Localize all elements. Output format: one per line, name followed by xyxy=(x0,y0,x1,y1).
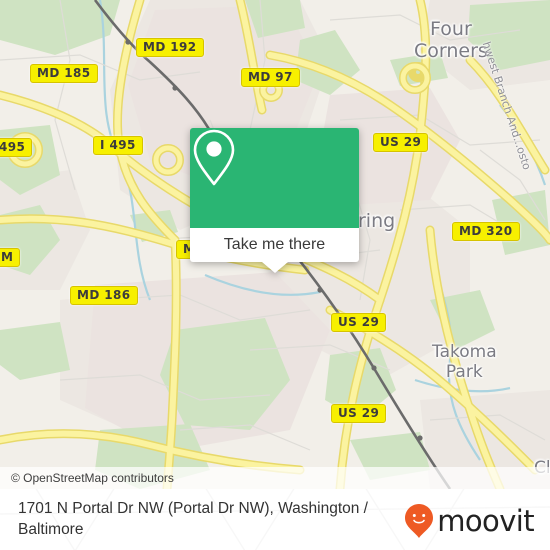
road-shield-md192: MD 192 xyxy=(136,38,204,57)
footer-bar: 1701 N Portal Dr NW (Portal Dr NW), Wash… xyxy=(0,489,550,550)
road-shield-md185: MD 185 xyxy=(30,64,98,83)
road-shield-md97: MD 97 xyxy=(241,68,300,87)
location-popup-card[interactable]: Take me there xyxy=(190,128,359,273)
take-me-there-button[interactable]: Take me there xyxy=(190,228,359,273)
attribution-bar: © OpenStreetMap contributors xyxy=(0,467,550,489)
road-shield-us29-mid: US 29 xyxy=(331,313,387,332)
moovit-wordmark: moovit xyxy=(437,503,534,538)
address-text: 1701 N Portal Dr NW (Portal Dr NW), Wash… xyxy=(18,500,368,538)
road-shield-md186: MD 186 xyxy=(70,286,138,305)
popup-card-header xyxy=(190,128,359,228)
take-me-there-label: Take me there xyxy=(223,236,326,253)
moovit-map-screenshot: Four Corners ring Takoma Park Cl hwest B… xyxy=(0,0,550,550)
moovit-pin-icon xyxy=(405,504,434,538)
map-canvas[interactable]: Four Corners ring Takoma Park Cl hwest B… xyxy=(0,0,550,489)
road-shield-m-clipped: M xyxy=(0,248,21,267)
map-pin-icon xyxy=(193,129,235,186)
road-shield-md320: MD 320 xyxy=(452,222,520,241)
osm-attribution-text: © OpenStreetMap contributors xyxy=(11,471,174,485)
road-shield-i495: I 495 xyxy=(93,136,143,155)
moovit-logo: moovit xyxy=(404,503,535,539)
road-shield-us29-south: US 29 xyxy=(331,404,387,423)
road-shield-us29-north: US 29 xyxy=(373,133,429,152)
road-shield-495-clipped: 495 xyxy=(0,138,33,157)
popup-pointer-tail xyxy=(261,262,288,273)
